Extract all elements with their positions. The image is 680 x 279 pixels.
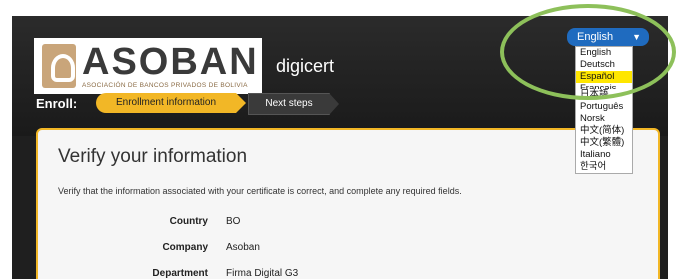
logo-subtitle: ASOCIACIÓN DE BANCOS PRIVADOS DE BOLIVIA — [82, 82, 248, 89]
page-title: Verify your information — [58, 146, 248, 167]
language-option[interactable]: Português — [576, 101, 632, 113]
company-value: Asoban — [226, 242, 260, 253]
asoban-logo: ASOBAN ASOCIACIÓN DE BANCOS PRIVADOS DE … — [34, 38, 262, 94]
logo-title: ASOBAN — [82, 41, 259, 83]
language-option[interactable]: 한국어 — [576, 161, 632, 173]
verify-panel: Verify your information Verify that the … — [36, 128, 660, 279]
logo-mark-icon — [42, 44, 76, 88]
language-option[interactable]: 中文(繁體) — [576, 137, 632, 149]
language-option[interactable]: Norsk — [576, 113, 632, 125]
country-label: Country — [169, 216, 208, 227]
enroll-label: Enroll: — [36, 96, 78, 111]
company-label: Company — [162, 242, 208, 253]
step-enrollment-information[interactable]: Enrollment information — [96, 93, 246, 113]
step-next-steps[interactable]: Next steps — [248, 93, 339, 115]
department-label: Department — [152, 268, 208, 279]
country-value: BO — [226, 216, 241, 227]
department-value: Firma Digital G3 — [226, 268, 299, 279]
digicert-logo: digicert — [276, 56, 335, 76]
language-option[interactable]: 中文(简体) — [576, 125, 632, 137]
annotation-ellipse — [500, 4, 676, 100]
verify-description: Verify that the information associated w… — [58, 186, 462, 196]
language-option[interactable]: Italiano — [576, 149, 632, 161]
